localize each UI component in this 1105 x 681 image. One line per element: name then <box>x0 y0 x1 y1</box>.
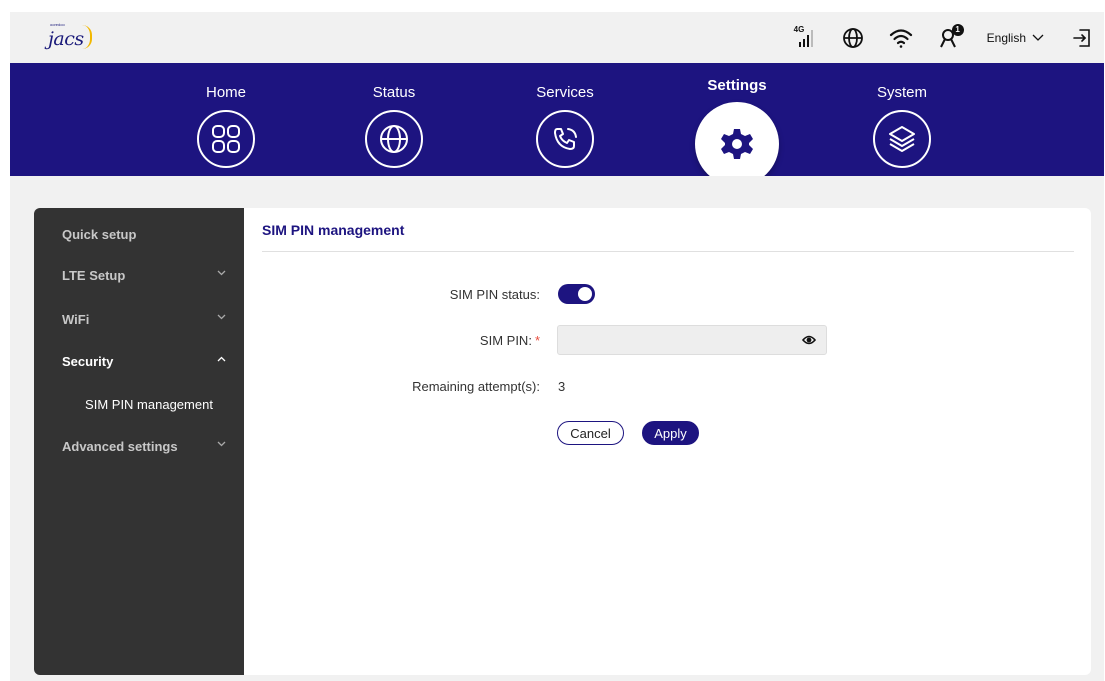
gear-icon <box>695 102 779 186</box>
sidebar-item-label: Quick setup <box>62 226 137 242</box>
nav-status[interactable]: Status <box>334 63 454 193</box>
remaining-attempts-label-text: Remaining attempt(s): <box>412 379 540 394</box>
sim-pin-label-text: SIM PIN: <box>479 333 532 348</box>
nav-settings[interactable]: Settings <box>677 63 797 193</box>
sidebar-item-wifi[interactable]: WiFi <box>34 299 244 339</box>
nav-home-label: Home <box>205 84 246 101</box>
sidebar-item-label: Security <box>62 353 114 369</box>
logo-text: jacs <box>48 28 84 50</box>
nav-status-label: Status <box>372 84 416 101</box>
nav-system[interactable]: System <box>842 63 962 193</box>
remaining-attempts-label: Remaining attempt(s): <box>412 379 540 394</box>
cancel-button[interactable]: Cancel <box>557 421 624 445</box>
nav-system-label: System <box>876 84 927 101</box>
sim-pin-field <box>557 325 827 355</box>
main-nav: Home Status Services Settings System <box>10 63 1104 186</box>
remaining-attempts-value: 3 <box>558 379 566 394</box>
phone-icon <box>536 110 594 168</box>
sidebar-subitem-label: SIM PIN management <box>85 396 213 412</box>
nav-services-label: Services <box>536 84 594 101</box>
sidebar: Quick setup LTE Setup WiFi Security SIM … <box>34 208 244 675</box>
sidebar-item-quick-setup[interactable]: Quick setup <box>34 214 244 254</box>
main-panel: SIM PIN management SIM PIN status: SIM P… <box>244 208 1091 675</box>
notification-badge: 1 <box>951 23 964 36</box>
nav-settings-label: Settings <box>707 77 767 94</box>
sim-pin-label: SIM PIN: * <box>480 333 540 348</box>
logo-arc <box>82 25 92 49</box>
network-type-label: 4G <box>793 24 805 34</box>
sidebar-item-label: Advanced settings <box>62 438 178 454</box>
globe-icon[interactable] <box>841 26 865 50</box>
chevron-down-icon <box>217 441 226 447</box>
sim-pin-status-label-text: SIM PIN status: <box>449 287 540 302</box>
wifi-icon[interactable] <box>889 26 913 50</box>
home-grid-icon <box>197 110 255 168</box>
signal-icon[interactable]: 4G <box>793 24 817 50</box>
chevron-up-icon <box>217 356 226 362</box>
notification-icon[interactable]: 1 <box>937 23 964 50</box>
sidebar-item-label: LTE Setup <box>62 267 126 283</box>
sim-pin-input[interactable] <box>558 326 788 354</box>
sidebar-item-advanced-settings[interactable]: Advanced settings <box>34 426 244 466</box>
sidebar-item-security[interactable]: Security <box>34 341 244 381</box>
sidebar-item-lte-setup[interactable]: LTE Setup <box>34 255 244 295</box>
sidebar-item-label: WiFi <box>62 311 90 327</box>
page-title: SIM PIN management <box>262 222 405 238</box>
title-divider <box>262 251 1074 252</box>
chevron-down-icon <box>217 270 226 276</box>
apply-button[interactable]: Apply <box>642 421 699 445</box>
logo-small-text: ooredoo <box>50 22 65 27</box>
eye-icon[interactable] <box>802 334 816 346</box>
chevron-down-icon <box>1032 34 1044 41</box>
globe-icon <box>365 110 423 168</box>
chevron-down-icon <box>217 314 226 320</box>
layers-icon <box>873 110 931 168</box>
top-bar: ooredoo jacs 4G 1 English <box>10 12 1104 63</box>
sidebar-subitem-sim-pin-management[interactable]: SIM PIN management <box>34 389 244 419</box>
language-label: English <box>986 30 1026 45</box>
nav-home[interactable]: Home <box>166 63 286 193</box>
top-toolbar: 4G 1 English <box>769 12 1094 63</box>
toggle-knob <box>578 287 592 301</box>
language-selector[interactable]: English <box>987 31 1044 45</box>
sim-pin-status-label: SIM PIN status: <box>450 287 540 302</box>
nav-services[interactable]: Services <box>505 63 625 193</box>
sim-pin-status-toggle[interactable] <box>558 284 595 304</box>
jacs-logo[interactable]: ooredoo jacs <box>34 19 94 55</box>
required-mark: * <box>534 333 540 348</box>
logout-icon[interactable] <box>1070 26 1094 50</box>
